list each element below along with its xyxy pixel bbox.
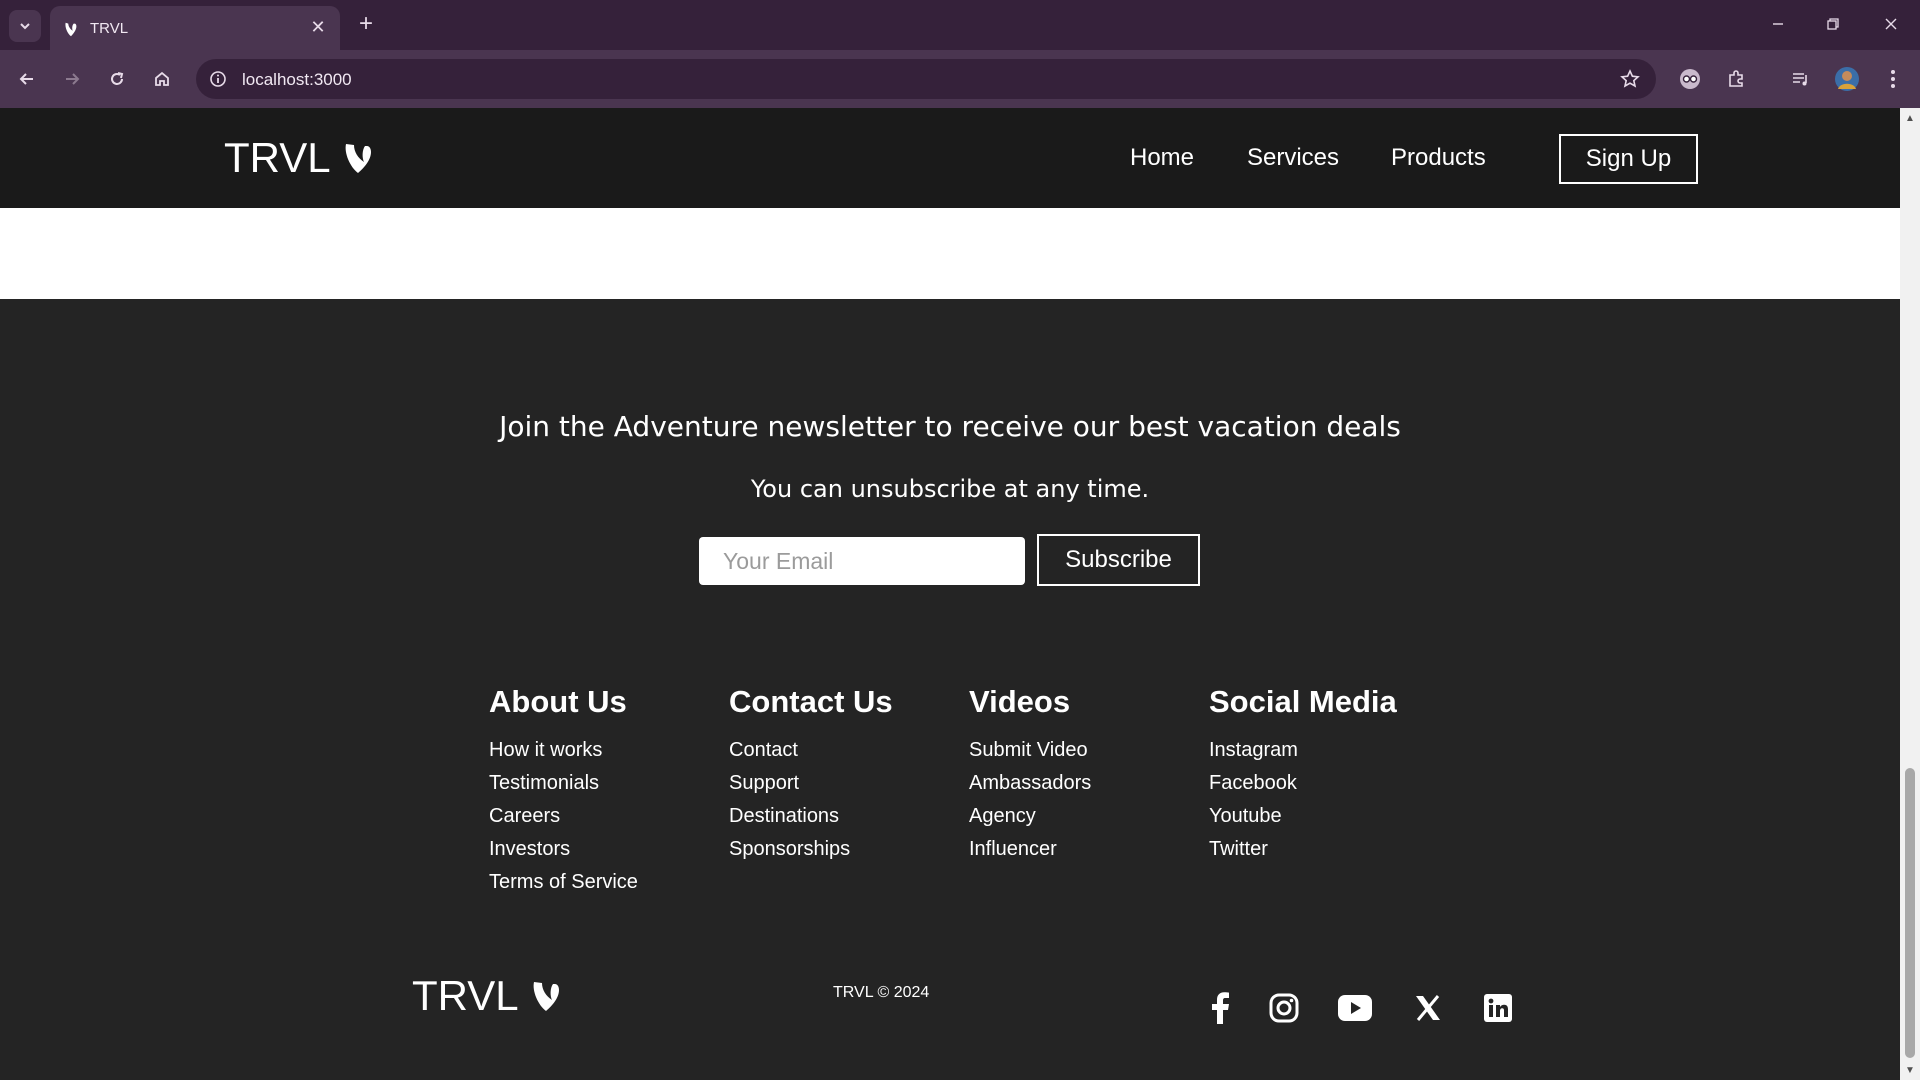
close-window-button[interactable] — [1871, 8, 1911, 40]
footer-link[interactable]: Support — [729, 767, 893, 800]
url-text: localhost:3000 — [242, 70, 352, 89]
footer-link[interactable]: Youtube — [1209, 800, 1397, 833]
subscribe-button[interactable]: Subscribe — [1037, 534, 1200, 586]
profile-avatar[interactable] — [1831, 63, 1863, 95]
chevron-down-icon — [20, 23, 30, 30]
puzzle-icon — [1729, 70, 1743, 87]
new-tab-button[interactable]: + — [352, 10, 380, 38]
newsletter-subtext: You can unsubscribe at any time. — [750, 475, 1150, 503]
profile-avatar-icon — [1835, 67, 1859, 91]
copyright-text: TRVL © 2024 — [833, 984, 930, 1001]
nav-link-services[interactable]: Services — [1247, 144, 1339, 172]
tab-search-dropdown[interactable] — [9, 10, 41, 42]
footer-heading: Videos — [969, 684, 1071, 719]
browser-menu-button[interactable] — [1877, 63, 1909, 95]
home-icon — [155, 71, 169, 86]
restore-icon — [1827, 18, 1839, 30]
footer-link[interactable]: Instagram — [1209, 734, 1397, 767]
typo3-logo-icon — [345, 144, 371, 173]
glasses-face-icon — [1680, 69, 1700, 89]
close-tab-icon[interactable]: ✕ — [306, 15, 330, 39]
media-controls-button[interactable] — [1785, 63, 1817, 95]
footer-link[interactable]: Careers — [489, 800, 638, 833]
footer-link[interactable]: Ambassadors — [969, 767, 1091, 800]
site-navbar: TRVL Home Services Products Sign Up — [0, 108, 1900, 208]
arrow-left-icon — [19, 73, 33, 85]
back-button[interactable] — [11, 63, 43, 95]
reload-icon — [111, 72, 124, 85]
home-button[interactable] — [146, 63, 178, 95]
typo3-logo-icon — [533, 982, 559, 1011]
footer-heading: About Us — [489, 684, 627, 719]
info-circle-icon — [210, 71, 226, 87]
minimize-window-button[interactable] — [1758, 8, 1798, 40]
typo3-favicon-icon — [65, 22, 77, 37]
scrollbar-thumb[interactable] — [1905, 768, 1915, 1058]
footer-link[interactable]: Contact — [729, 734, 893, 767]
content-section — [0, 208, 1900, 299]
footer-column-social-media: Social Media Instagram Facebook Youtube … — [1209, 683, 1397, 866]
scroll-up-arrow-icon[interactable]: ▲ — [1904, 112, 1916, 124]
address-bar[interactable]: localhost:3000 — [196, 59, 1656, 99]
footer-link[interactable]: Influencer — [969, 833, 1091, 866]
restore-window-button[interactable] — [1813, 8, 1853, 40]
close-icon — [1885, 18, 1897, 30]
nav-link-home[interactable]: Home — [1130, 144, 1194, 172]
forward-button[interactable] — [56, 63, 88, 95]
footer-link[interactable]: Twitter — [1209, 833, 1397, 866]
newsletter-heading: Join the Adventure newsletter to receive… — [499, 410, 1401, 443]
footer-link[interactable]: Terms of Service — [489, 866, 638, 899]
logo-text: TRVL — [224, 134, 331, 181]
browser-tab[interactable]: TRVL ✕ — [50, 6, 340, 50]
footer-link[interactable]: Testimonials — [489, 767, 638, 800]
page-scrollbar[interactable]: ▲ ▼ — [1900, 108, 1920, 1080]
more-vertical-icon — [1891, 70, 1895, 88]
tab-title: TRVL — [90, 20, 129, 37]
browser-tab-strip: TRVL ✕ + — [0, 0, 1920, 50]
nav-link-products[interactable]: Products — [1391, 144, 1486, 172]
footer-logo[interactable]: TRVL — [412, 972, 563, 1020]
footer-heading: Social Media — [1209, 684, 1397, 719]
footer-heading: Contact Us — [729, 684, 893, 719]
extension-avatar-icon[interactable] — [1674, 63, 1706, 95]
facebook-icon[interactable] — [1200, 988, 1240, 1028]
youtube-icon[interactable] — [1335, 988, 1375, 1028]
logo-text: TRVL — [412, 972, 519, 1019]
page-viewport: TRVL Home Services Products Sign Up Join… — [0, 108, 1900, 1080]
site-logo[interactable]: TRVL — [224, 134, 375, 182]
footer-link[interactable]: Sponsorships — [729, 833, 893, 866]
x-icon[interactable] — [1408, 988, 1448, 1028]
linkedin-icon[interactable] — [1478, 988, 1518, 1028]
bookmark-star-icon[interactable] — [1618, 67, 1642, 91]
site-info-icon[interactable] — [206, 67, 230, 91]
sign-up-button[interactable]: Sign Up — [1559, 134, 1698, 184]
scroll-down-arrow-icon[interactable]: ▼ — [1904, 1064, 1916, 1076]
email-input[interactable] — [699, 537, 1025, 585]
reload-button[interactable] — [101, 63, 133, 95]
footer-link[interactable]: Investors — [489, 833, 638, 866]
arrow-right-icon — [66, 73, 80, 85]
footer-column-about-us: About Us How it works Testimonials Caree… — [489, 683, 638, 899]
footer-column-videos: Videos Submit Video Ambassadors Agency I… — [969, 683, 1091, 866]
footer-column-contact-us: Contact Us Contact Support Destinations … — [729, 683, 893, 866]
star-icon — [1620, 69, 1640, 88]
instagram-icon[interactable] — [1264, 988, 1304, 1028]
browser-toolbar: localhost:3000 — [0, 50, 1920, 108]
footer-link[interactable]: Submit Video — [969, 734, 1091, 767]
footer-link[interactable]: Facebook — [1209, 767, 1397, 800]
music-queue-icon — [1793, 73, 1807, 86]
minimize-icon — [1773, 23, 1783, 25]
footer-link[interactable]: Destinations — [729, 800, 893, 833]
extensions-button[interactable] — [1720, 63, 1752, 95]
footer-link[interactable]: How it works — [489, 734, 638, 767]
footer-link[interactable]: Agency — [969, 800, 1091, 833]
